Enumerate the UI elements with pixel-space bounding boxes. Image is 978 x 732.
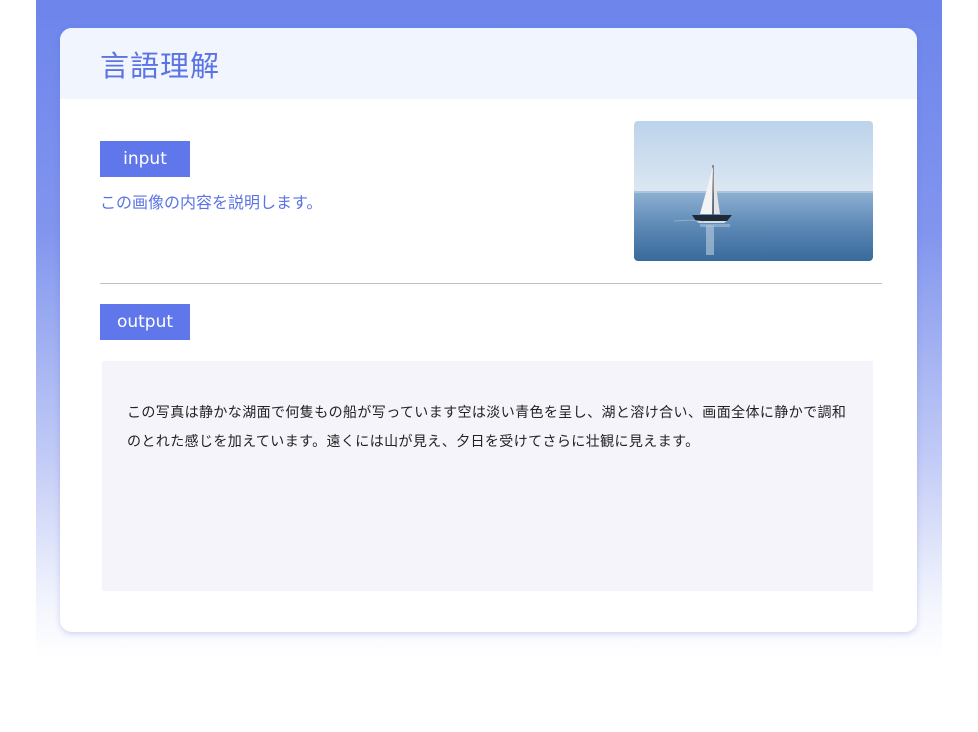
card-header: 言語理解: [60, 28, 917, 99]
input-image: [634, 121, 873, 261]
input-prompt-text: この画像の内容を説明します。: [100, 193, 323, 212]
output-text: この写真は静かな湖面で何隻もの船が写っています空は淡い青色を呈し、湖と溶け合い、…: [127, 405, 847, 450]
output-badge: output: [100, 304, 190, 340]
input-badge: input: [100, 141, 190, 177]
sailboat-photo-icon: [634, 121, 873, 261]
output-text-box: この写真は静かな湖面で何隻もの船が写っています空は淡い青色を呈し、湖と溶け合い、…: [102, 361, 873, 591]
section-divider: [100, 283, 882, 284]
page-title: 言語理解: [100, 49, 221, 83]
content-card: 言語理解 input この画像の内容を説明します。 output この写真は静か…: [60, 28, 917, 632]
